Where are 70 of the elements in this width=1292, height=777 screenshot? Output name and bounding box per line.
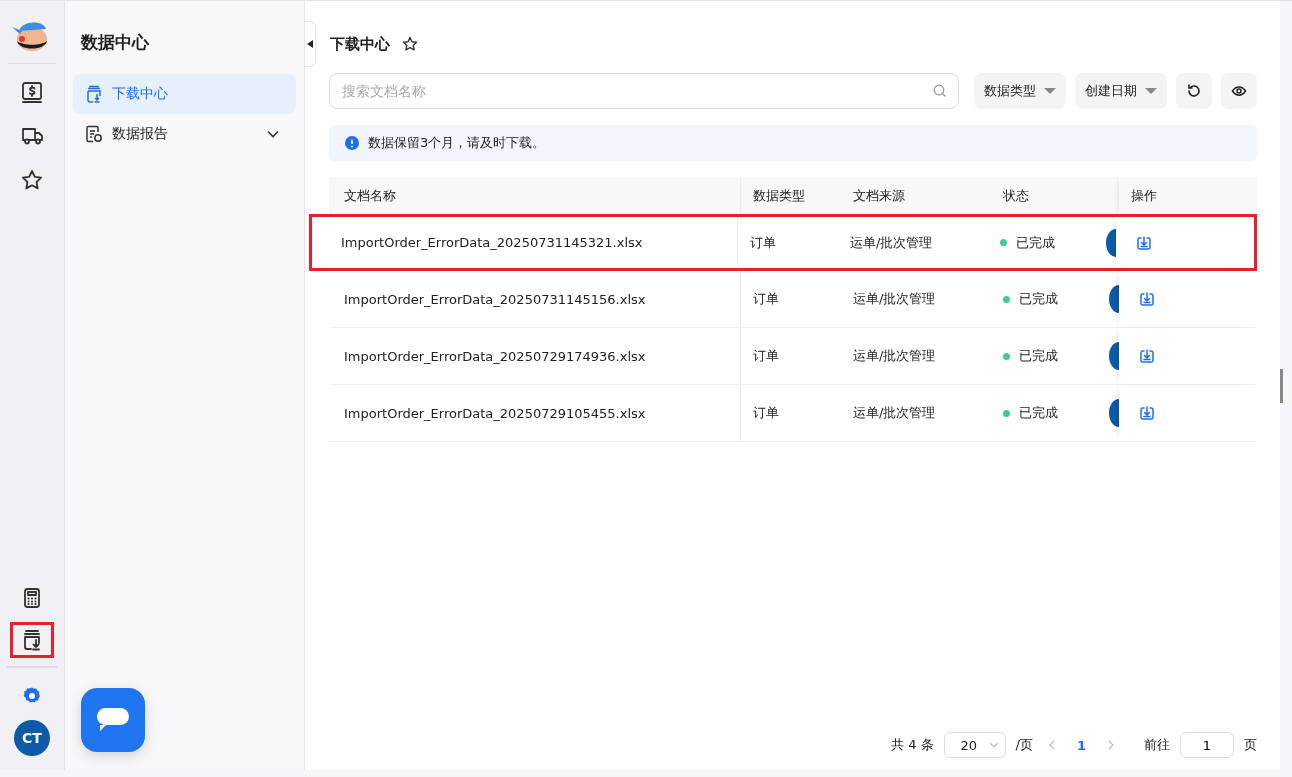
table-cell-text: 运单/批次管理 (852, 290, 937, 308)
page-suffix: 页 (1244, 736, 1257, 754)
download-icon (1139, 291, 1155, 307)
column-header: 状态 (1002, 186, 1030, 205)
column-header: 操作 (1119, 177, 1254, 214)
status-label: 已完成 (1016, 233, 1055, 252)
table-row[interactable]: ImportOrder_ErrorData_20250731145156.xlsx 订单 运单/批次管理 已完成 (329, 271, 1257, 328)
table-cell: ImportOrder_ErrorData_20250729105455.xlsx (332, 385, 741, 441)
table-cell: ImportOrder_ErrorData_20250731145321.xlsx (329, 217, 738, 268)
page-input[interactable]: 1 (1180, 732, 1234, 758)
table-cell: ImportOrder_ErrorData_20250731145156.xlsx (332, 271, 741, 327)
search-icon (933, 84, 947, 98)
calculator-icon (21, 587, 43, 609)
download-icon (1139, 348, 1155, 364)
chevron-down-icon (988, 742, 999, 748)
caret-down-icon (1044, 87, 1056, 95)
table-row[interactable]: ImportOrder_ErrorData_20250729174936.xlsx 订单 运单/批次管理 已完成 (329, 328, 1257, 385)
per-page-label: /页 (1015, 736, 1033, 754)
user-avatar[interactable]: CT (14, 720, 50, 756)
download-document-icon (85, 85, 103, 103)
refresh-button[interactable] (1176, 73, 1212, 109)
caret-down-icon (1145, 87, 1157, 95)
table-row[interactable]: ImportOrder_ErrorData_20250731145321.xlsx 订单 运单/批次管理 已完成 (309, 214, 1257, 271)
collapse-tab[interactable] (305, 21, 316, 67)
visibility-button[interactable] (1221, 73, 1257, 109)
table-cell-text: 运单/批次管理 (852, 404, 937, 422)
report-icon (85, 125, 103, 143)
table-cell-text: 运单/批次管理 (852, 347, 937, 365)
sidebar-item[interactable]: 下载中心 (73, 74, 296, 114)
download-icon (1139, 405, 1155, 421)
table-cell-text: 订单 (752, 347, 780, 365)
status-label: 已完成 (1019, 404, 1058, 422)
scrollbar-thumb[interactable] (1280, 369, 1283, 403)
refresh-icon (1186, 83, 1202, 99)
caret-left-icon (307, 40, 313, 48)
chat-button[interactable] (81, 688, 145, 752)
nav-button[interactable] (10, 622, 54, 658)
page-title: 下载中心 (330, 34, 390, 54)
eye-icon (1231, 83, 1247, 99)
page-size-select[interactable]: 20 (943, 732, 1006, 758)
info-icon (345, 136, 359, 150)
chevron-right-icon (1108, 740, 1114, 750)
star-icon (21, 169, 43, 191)
section-title: 数据中心 (80, 31, 150, 54)
download-document-icon (21, 629, 43, 651)
table-cell-text: 订单 (752, 404, 780, 422)
table-cell-text: 订单 (752, 290, 780, 308)
filter-dropdown[interactable]: 数据类型 (974, 73, 1066, 109)
sidebar-item[interactable]: 数据报告 (73, 114, 296, 154)
column-header: 文档名称 (332, 177, 741, 214)
billing-icon (21, 81, 43, 103)
truck-icon (21, 125, 43, 147)
download-icon (1136, 234, 1152, 251)
total-count: 共 4 条 (891, 736, 934, 754)
filter-dropdown[interactable]: 创建日期 (1075, 73, 1167, 109)
table-cell: ImportOrder_ErrorData_20250729174936.xlsx (332, 328, 741, 384)
chevron-left-icon (1048, 740, 1055, 750)
table-row[interactable]: ImportOrder_ErrorData_20250729105455.xlsx 订单 运单/批次管理 已完成 (329, 385, 1257, 442)
status-label: 已完成 (1019, 290, 1058, 308)
star-icon (402, 36, 418, 52)
status-label: 已完成 (1019, 347, 1058, 365)
table-cell-text: 订单 (749, 233, 777, 252)
column-header: 文档来源 (852, 186, 906, 205)
page-number[interactable]: 1 (1070, 737, 1092, 753)
table-cell-text: 运单/批次管理 (849, 233, 934, 252)
column-header: 数据类型 (752, 186, 806, 205)
notice-text: 数据保留3个月，请及时下载。 (368, 134, 546, 152)
search-field[interactable]: 搜索文档名称 (329, 73, 959, 109)
goto-label: 前往 (1144, 736, 1170, 754)
favorite-button[interactable] (402, 36, 418, 52)
